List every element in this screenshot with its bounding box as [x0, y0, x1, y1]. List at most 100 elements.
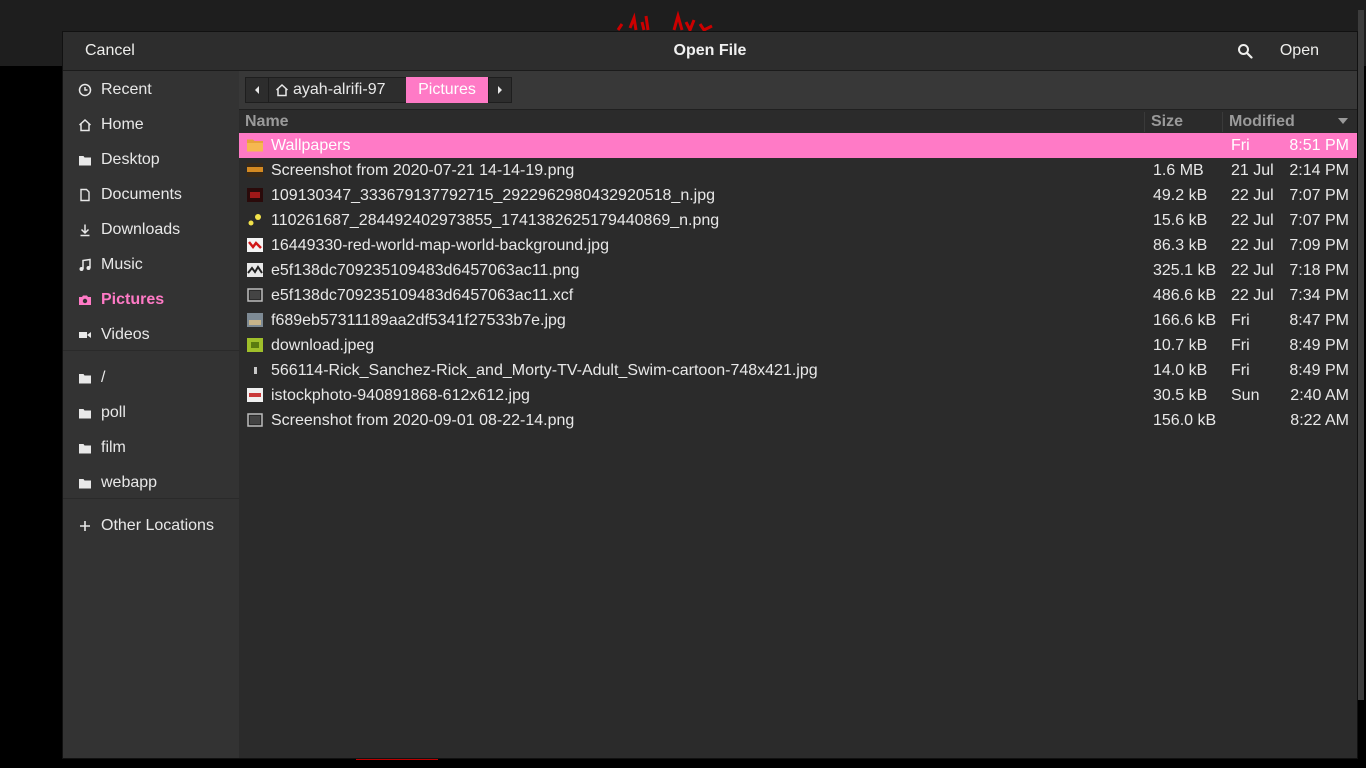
- chevron-left-icon: [255, 86, 259, 94]
- path-scroll-right-button[interactable]: [488, 77, 512, 103]
- sidebar-item-label: Home: [101, 116, 144, 133]
- sidebar-item-documents[interactable]: Documents: [63, 179, 239, 211]
- sidebar-item-recent[interactable]: Recent: [63, 74, 239, 106]
- file-time: 8:49 PM: [1289, 362, 1349, 379]
- file-date: 21 Jul: [1231, 162, 1274, 179]
- file-time: 8:51 PM: [1289, 137, 1349, 154]
- file-date: Fri: [1231, 362, 1250, 379]
- sidebar-item-webapp[interactable]: webapp: [63, 467, 239, 499]
- file-size: 10.7 kB: [1153, 337, 1208, 354]
- folder-icon: [77, 475, 93, 491]
- path-bar: ayah-alrifi-97 Pictures: [239, 71, 1357, 110]
- sidebar-item-film[interactable]: film: [63, 432, 239, 464]
- background-logo-fragment: [616, 10, 713, 32]
- sidebar-item-label: film: [101, 439, 126, 456]
- music-icon: [77, 257, 93, 273]
- file-row[interactable]: e5f138dc709235109483d6457063ac11.png 325…: [239, 258, 1357, 283]
- file-size: 325.1 kB: [1153, 262, 1217, 279]
- file-name: 16449330-red-world-map-world-background.…: [271, 237, 609, 254]
- file-time: 7:09 PM: [1289, 237, 1349, 254]
- file-name: Screenshot from 2020-09-01 08-22-14.png: [271, 412, 575, 429]
- sidebar-item-other-locations[interactable]: Other Locations: [63, 510, 239, 542]
- column-divider[interactable]: [1144, 112, 1145, 132]
- open-button[interactable]: Open: [1268, 36, 1331, 66]
- column-divider[interactable]: [1222, 112, 1223, 132]
- file-row[interactable]: f689eb57311189aa2df5341f27533b7e.jpg 166…: [239, 308, 1357, 333]
- sidebar-separator: [63, 498, 239, 499]
- column-header-name[interactable]: Name: [245, 110, 289, 133]
- sidebar-item-label: Videos: [101, 326, 150, 343]
- file-size: 156.0 kB: [1153, 412, 1217, 429]
- file-name: 566114-Rick_Sanchez-Rick_and_Morty-TV-Ad…: [271, 362, 818, 379]
- sidebar-item-label: webapp: [101, 474, 158, 491]
- file-date: 22 Jul: [1231, 187, 1274, 204]
- file-name: e5f138dc709235109483d6457063ac11.png: [271, 262, 580, 279]
- column-headers: Name Size Modified: [239, 110, 1357, 133]
- file-row[interactable]: Screenshot from 2020-09-01 08-22-14.png …: [239, 408, 1357, 433]
- file-name: download.jpeg: [271, 337, 375, 354]
- file-time: 8:47 PM: [1289, 312, 1349, 329]
- generic-file-icon: [247, 413, 263, 427]
- file-size: 86.3 kB: [1153, 237, 1208, 254]
- search-button[interactable]: [1237, 36, 1261, 66]
- folder-icon: [77, 370, 93, 386]
- header-bar: Cancel Open File Open: [63, 32, 1357, 71]
- file-name: f689eb57311189aa2df5341f27533b7e.jpg: [271, 312, 566, 329]
- sidebar-item-pictures[interactable]: Pictures: [63, 284, 239, 316]
- sidebar-item-label: Downloads: [101, 221, 181, 238]
- sidebar-item-poll[interactable]: poll: [63, 397, 239, 429]
- sidebar-item-home[interactable]: Home: [63, 109, 239, 141]
- file-name: istockphoto-940891868-612x612.jpg: [271, 387, 530, 404]
- file-time: 7:34 PM: [1289, 287, 1349, 304]
- file-row[interactable]: Wallpapers Fri 8:51 PM: [239, 133, 1357, 158]
- file-row[interactable]: 110261687_284492402973855_17413826251794…: [239, 208, 1357, 233]
- file-time: 7:18 PM: [1289, 262, 1349, 279]
- column-header-size[interactable]: Size: [1151, 110, 1183, 133]
- path-segment-pictures[interactable]: Pictures: [406, 77, 488, 103]
- file-name: Screenshot from 2020-07-21 14-14-19.png: [271, 162, 575, 179]
- file-date: 22 Jul: [1231, 287, 1274, 304]
- search-icon: [1238, 44, 1253, 59]
- sidebar-item-downloads[interactable]: Downloads: [63, 214, 239, 246]
- file-row[interactable]: e5f138dc709235109483d6457063ac11.xcf 486…: [239, 283, 1357, 308]
- file-date: 22 Jul: [1231, 262, 1274, 279]
- folder-icon: [77, 152, 93, 168]
- column-header-modified[interactable]: Modified: [1229, 110, 1295, 133]
- file-date: 22 Jul: [1231, 212, 1274, 229]
- home-icon: [77, 117, 93, 133]
- camera-icon: [77, 292, 93, 308]
- sidebar-item-root[interactable]: /: [63, 362, 239, 394]
- file-row[interactable]: Screenshot from 2020-07-21 14-14-19.png …: [239, 158, 1357, 183]
- file-date: Fri: [1231, 137, 1250, 154]
- sidebar-item-label: /: [101, 369, 106, 386]
- image-thumbnail-icon: [247, 338, 263, 352]
- sidebar-item-music[interactable]: Music: [63, 249, 239, 281]
- vertical-scrollbar[interactable]: [1358, 10, 1364, 700]
- image-thumbnail-icon: [248, 214, 261, 226]
- file-size: 30.5 kB: [1153, 387, 1208, 404]
- file-time: 8:49 PM: [1289, 337, 1349, 354]
- image-thumbnail-icon: [254, 367, 257, 374]
- chevron-right-icon: [498, 86, 502, 94]
- sidebar-item-videos[interactable]: Videos: [63, 319, 239, 351]
- sort-descending-icon: [1338, 118, 1348, 124]
- download-icon: [77, 222, 93, 238]
- file-date: Sun: [1231, 387, 1260, 404]
- sidebar-item-label: poll: [101, 404, 126, 421]
- file-row[interactable]: download.jpeg 10.7 kB Fri 8:49 PM: [239, 333, 1357, 358]
- path-scroll-left-button[interactable]: [245, 77, 269, 103]
- file-name: Wallpapers: [271, 137, 351, 154]
- file-row[interactable]: 566114-Rick_Sanchez-Rick_and_Morty-TV-Ad…: [239, 358, 1357, 383]
- file-row[interactable]: 16449330-red-world-map-world-background.…: [239, 233, 1357, 258]
- file-row[interactable]: 109130347_333679137792715_29229629804329…: [239, 183, 1357, 208]
- image-thumbnail-icon: [247, 388, 263, 402]
- file-time: 2:40 AM: [1290, 387, 1349, 404]
- file-time: 7:07 PM: [1289, 187, 1349, 204]
- file-row[interactable]: istockphoto-940891868-612x612.jpg 30.5 k…: [239, 383, 1357, 408]
- sidebar-item-label: Desktop: [101, 151, 160, 168]
- video-icon: [77, 327, 93, 343]
- sidebar-item-desktop[interactable]: Desktop: [63, 144, 239, 176]
- path-segment-home[interactable]: ayah-alrifi-97: [269, 77, 406, 103]
- path-segment-label: ayah-alrifi-97: [293, 81, 386, 98]
- folder-icon: [77, 405, 93, 421]
